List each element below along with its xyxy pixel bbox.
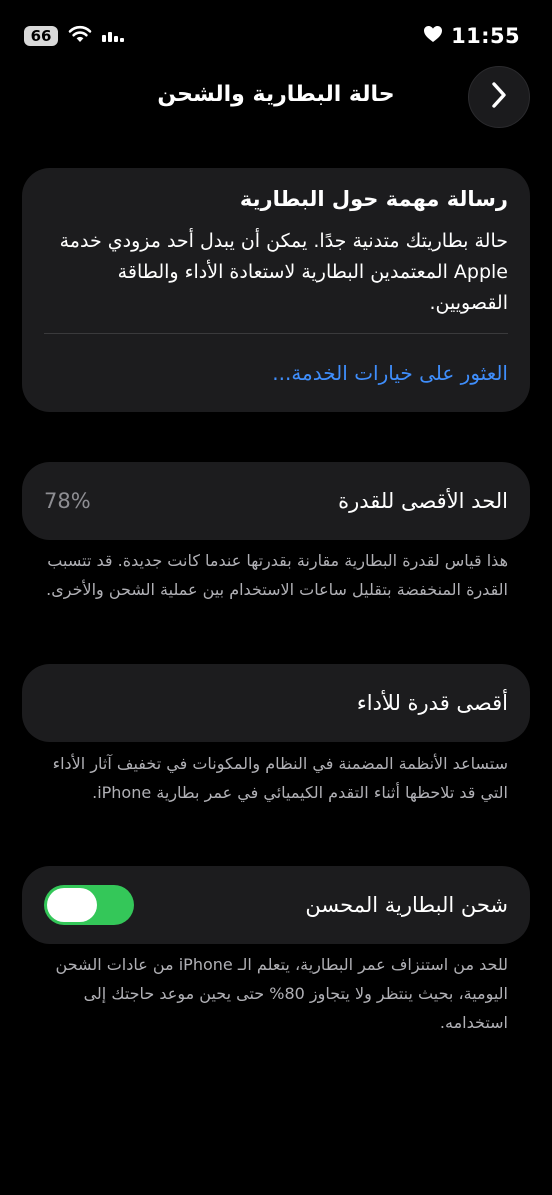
max-capacity-label: الحد الأقصى للقدرة [338, 489, 508, 513]
navigation-bar: حالة البطارية والشحن [0, 66, 552, 128]
battery-level-indicator: 66 [24, 26, 58, 46]
message-body: حالة بطاريتك متدنية جدًا. يمكن أن يبدل أ… [59, 230, 508, 314]
divider [44, 333, 508, 334]
max-capacity-row: الحد الأقصى للقدرة 78% [22, 462, 530, 540]
find-service-options-link[interactable]: العثور على خيارات الخدمة... [44, 358, 508, 388]
toggle-knob [47, 888, 97, 922]
peak-performance-footnote: ستساعد الأنظمة المضمنة في النظام والمكون… [52, 754, 508, 802]
status-left: 66 [24, 25, 124, 47]
battery-message-card: رسالة مهمة حول البطارية حالة بطاريتك متد… [22, 168, 530, 412]
max-capacity-footnote: هذا قياس لقدرة البطارية مقارنة بقدرتها ع… [46, 551, 508, 599]
message-title: رسالة مهمة حول البطارية [239, 187, 508, 211]
peak-performance-row[interactable]: أقصى قدرة للأداء [22, 664, 530, 742]
heart-icon [423, 25, 443, 47]
peak-performance-label: أقصى قدرة للأداء [356, 691, 508, 715]
optimized-charging-toggle[interactable] [44, 885, 134, 925]
signal-icon [102, 26, 124, 46]
status-right: 11:55 [423, 24, 520, 48]
back-button[interactable] [468, 66, 530, 128]
status-bar: 66 11:55 [24, 18, 520, 54]
optimized-charging-row: شحن البطارية المحسن [22, 866, 530, 944]
max-capacity-value: 78% [44, 489, 91, 513]
chevron-right-icon [490, 81, 508, 113]
status-time: 11:55 [451, 24, 520, 48]
optimized-charging-footnote: للحد من استنزاف عمر البطارية، يتعلم الـ … [55, 955, 508, 1032]
optimized-charging-label: شحن البطارية المحسن [305, 893, 508, 917]
wifi-icon [68, 25, 92, 47]
